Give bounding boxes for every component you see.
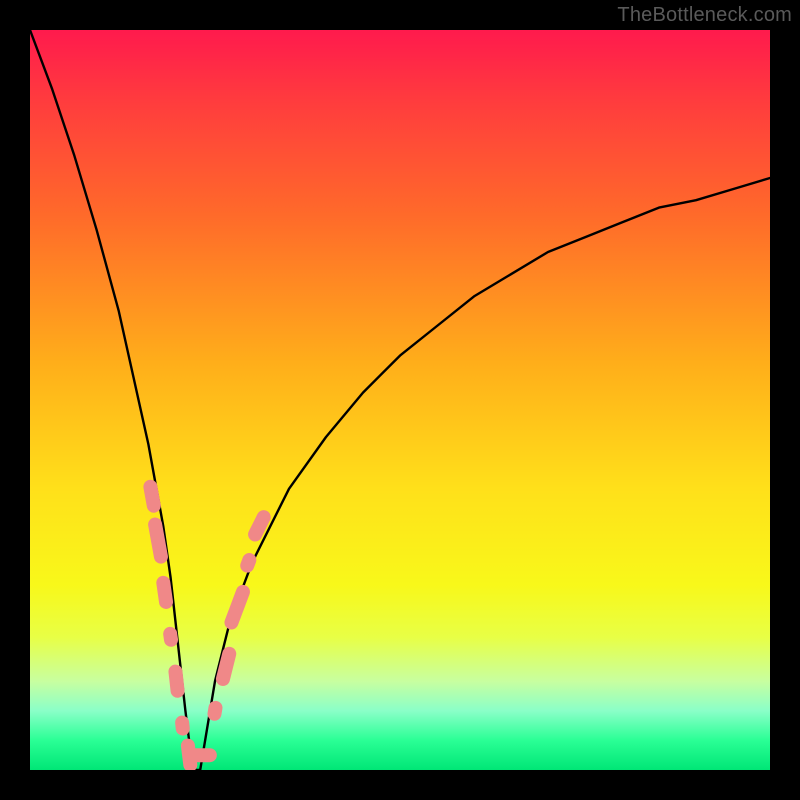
curve-markers	[30, 30, 770, 770]
curve-marker	[206, 700, 223, 722]
curve-marker	[168, 664, 186, 699]
curve-marker	[162, 626, 179, 648]
curve-marker	[184, 748, 217, 762]
curve-marker	[246, 508, 273, 544]
curve-marker	[214, 645, 237, 687]
curve-marker	[174, 715, 190, 736]
chart-frame: TheBottleneck.com	[0, 0, 800, 800]
curve-marker	[238, 551, 258, 575]
curve-marker	[155, 575, 174, 610]
curve-marker	[142, 479, 162, 514]
watermark-text: TheBottleneck.com	[617, 4, 792, 27]
plot-area	[30, 30, 770, 770]
curve-marker	[222, 583, 252, 632]
curve-marker	[147, 516, 169, 564]
